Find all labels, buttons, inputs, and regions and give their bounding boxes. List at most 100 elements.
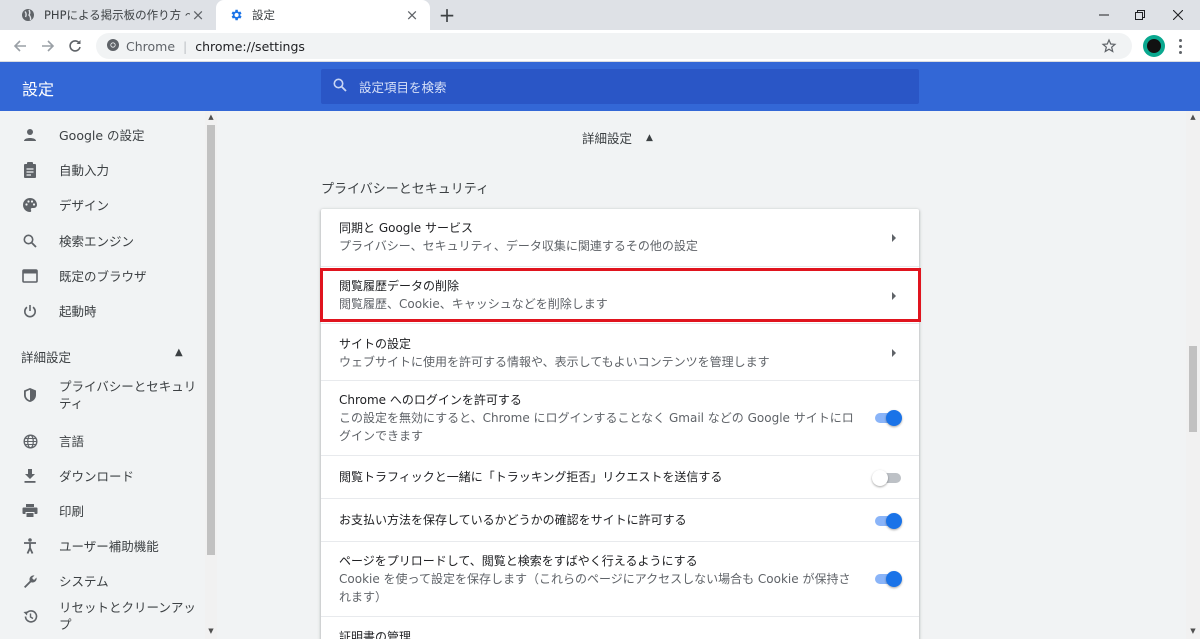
signin-toggle[interactable] [872, 410, 902, 426]
tab-php-board[interactable]: PHPによる掲示板の作り方 ～ここは × [8, 0, 216, 30]
sidebar-item-privacy[interactable]: プライバシーとセキュリティ [0, 377, 205, 413]
row-title: 同期と Google サービス [339, 221, 473, 235]
sidebar-item-design[interactable]: デザイン [0, 195, 205, 215]
sidebar: Google の設定 自動入力 デザイン 検索エンジン 既定のブラウザ 起動時 … [0, 111, 205, 639]
sidebar-item-label: 印刷 [59, 503, 85, 519]
sidebar-item-startup[interactable]: 起動時 [0, 301, 205, 321]
close-tab-icon[interactable]: × [404, 6, 420, 24]
sidebar-item-label: システム [59, 573, 109, 589]
preload-toggle[interactable] [872, 571, 902, 587]
sidebar-item-autofill[interactable]: 自動入力 [0, 160, 205, 180]
history-icon [21, 607, 39, 625]
tab-title: 設定 [252, 8, 275, 22]
sidebar-item-label: 言語 [59, 433, 85, 449]
sidebar-item-language[interactable]: 言語 [0, 431, 205, 451]
sidebar-item-label: 検索エンジン [59, 233, 135, 249]
caret-up-icon: ▲ [646, 132, 653, 143]
scrollbar-thumb[interactable] [1189, 346, 1197, 432]
address-bar[interactable]: Chrome | chrome://settings [96, 33, 1132, 59]
sidebar-item-label: プライバシーとセキュリティ [59, 379, 197, 411]
sidebar-item-label: デザイン [59, 197, 110, 213]
address-scheme: Chrome [126, 38, 176, 54]
row-do-not-track: 閲覧トラフィックと一緒に「トラッキング拒否」リクエストを送信する [321, 455, 919, 498]
download-icon [21, 467, 39, 485]
sidebar-item-accessibility[interactable]: ユーザー補助機能 [0, 536, 205, 556]
search-icon [21, 232, 39, 250]
profile-avatar[interactable] [1143, 35, 1165, 57]
address-url: chrome://settings [195, 38, 305, 54]
scrollbar-thumb[interactable] [207, 125, 215, 555]
sidebar-item-label: Google の設定 [59, 127, 145, 143]
sidebar-item-label: ダウンロード [59, 468, 135, 484]
browser-icon [21, 267, 39, 285]
sidebar-item-label: リセットとクリーンアップ [59, 600, 196, 632]
bookmark-star-icon[interactable] [1098, 35, 1120, 57]
tab-strip: PHPによる掲示板の作り方 ～ここは × 設定 × + [0, 0, 1200, 30]
row-payment-methods: お支払い方法を保存しているかどうかの確認をサイトに許可する [321, 498, 919, 541]
new-tab-icon[interactable]: + [436, 3, 458, 27]
back-icon[interactable] [8, 34, 32, 58]
sidebar-item-default-browser[interactable]: 既定のブラウザ [0, 266, 205, 286]
search-input[interactable]: 設定項目を検索 [321, 69, 919, 104]
accessibility-icon [21, 537, 39, 555]
main-scrollbar[interactable]: ▲ ▼ [1186, 111, 1200, 639]
row-site-settings[interactable]: サイトの設定 ウェブサイトに使用を許可する情報や、表示してもよいコンテンツを管理… [321, 323, 919, 380]
search-placeholder: 設定項目を検索 [359, 80, 447, 95]
palette-icon [21, 196, 39, 214]
tab-settings[interactable]: 設定 × [216, 0, 430, 30]
sidebar-item-label: 起動時 [59, 303, 97, 319]
row-subtitle: この設定を無効にすると、Chrome にログインすることなく Gmail などの… [339, 411, 854, 443]
do-not-track-toggle[interactable] [872, 470, 902, 486]
chrome-icon [106, 38, 120, 55]
caret-up-icon[interactable]: ▲ [175, 347, 183, 358]
globe-icon [21, 432, 39, 450]
row-preload-pages: ページをプリロードして、閲覧と検索をすばやく行えるようにする Cookie を使… [321, 541, 919, 616]
sidebar-item-google[interactable]: Google の設定 [0, 125, 205, 145]
payment-methods-toggle[interactable] [872, 513, 902, 529]
highlight-annotation [320, 268, 921, 322]
scroll-down-arrow[interactable]: ▼ [1189, 627, 1197, 635]
scroll-up-arrow[interactable]: ▲ [207, 113, 215, 121]
arrow-right-icon [892, 349, 896, 357]
row-subtitle: プライバシー、セキュリティ、データ収集に関連するその他の設定 [339, 239, 698, 253]
scroll-down-arrow[interactable]: ▼ [207, 627, 215, 635]
row-title: サイトの設定 [339, 337, 412, 351]
gear-icon [228, 7, 244, 23]
row-sync-google-services[interactable]: 同期と Google サービス プライバシー、セキュリティ、データ収集に関連する… [321, 209, 919, 266]
row-title: 閲覧トラフィックと一緒に「トラッキング拒否」リクエストを送信する [339, 470, 723, 484]
row-title: お支払い方法を保存しているかどうかの確認をサイトに許可する [339, 513, 687, 527]
clipboard-icon [21, 161, 39, 179]
row-manage-certificates[interactable]: 証明書の管理 [321, 616, 919, 639]
close-tab-icon[interactable]: × [190, 6, 206, 24]
sidebar-item-search-engine[interactable]: 検索エンジン [0, 231, 205, 251]
reload-icon[interactable] [63, 34, 87, 58]
arrow-right-icon [892, 234, 896, 242]
close-window-icon[interactable] [1156, 0, 1200, 30]
scroll-up-arrow[interactable]: ▲ [1189, 113, 1197, 121]
page-title: 設定 [22, 80, 55, 99]
wrench-icon [21, 572, 39, 590]
sidebar-item-label: 自動入力 [59, 162, 110, 178]
browser-toolbar: Chrome | chrome://settings [0, 30, 1200, 62]
sidebar-advanced-label[interactable]: 詳細設定 [21, 347, 71, 366]
advanced-settings-toggle[interactable]: 詳細設定 ▲ [582, 128, 653, 147]
more-menu-icon[interactable] [1170, 36, 1190, 56]
row-subtitle: ウェブサイトに使用を許可する情報や、表示してもよいコンテンツを管理します [339, 355, 770, 369]
sidebar-item-downloads[interactable]: ダウンロード [0, 466, 205, 486]
forward-icon[interactable] [36, 34, 60, 58]
row-subtitle: Cookie を使って設定を保存します（これらのページにアクセスしない場合も C… [339, 572, 851, 604]
row-title: Chrome へのログインを許可する [339, 393, 522, 407]
printer-icon [21, 502, 39, 520]
person-icon [21, 126, 39, 144]
sidebar-item-reset[interactable]: リセットとクリーンアップ [0, 600, 205, 632]
search-icon [333, 78, 347, 95]
sidebar-scrollbar[interactable]: ▲ ▼ [205, 111, 217, 639]
power-icon [21, 302, 39, 320]
sidebar-item-label: ユーザー補助機能 [59, 538, 159, 554]
sidebar-item-system[interactable]: システム [0, 571, 205, 591]
section-title: プライバシーとセキュリティ [321, 182, 489, 197]
sidebar-item-print[interactable]: 印刷 [0, 501, 205, 521]
advanced-heading: 詳細設定 [582, 131, 633, 146]
globe-icon [20, 7, 36, 23]
sidebar-item-label: 既定のブラウザ [59, 268, 147, 284]
